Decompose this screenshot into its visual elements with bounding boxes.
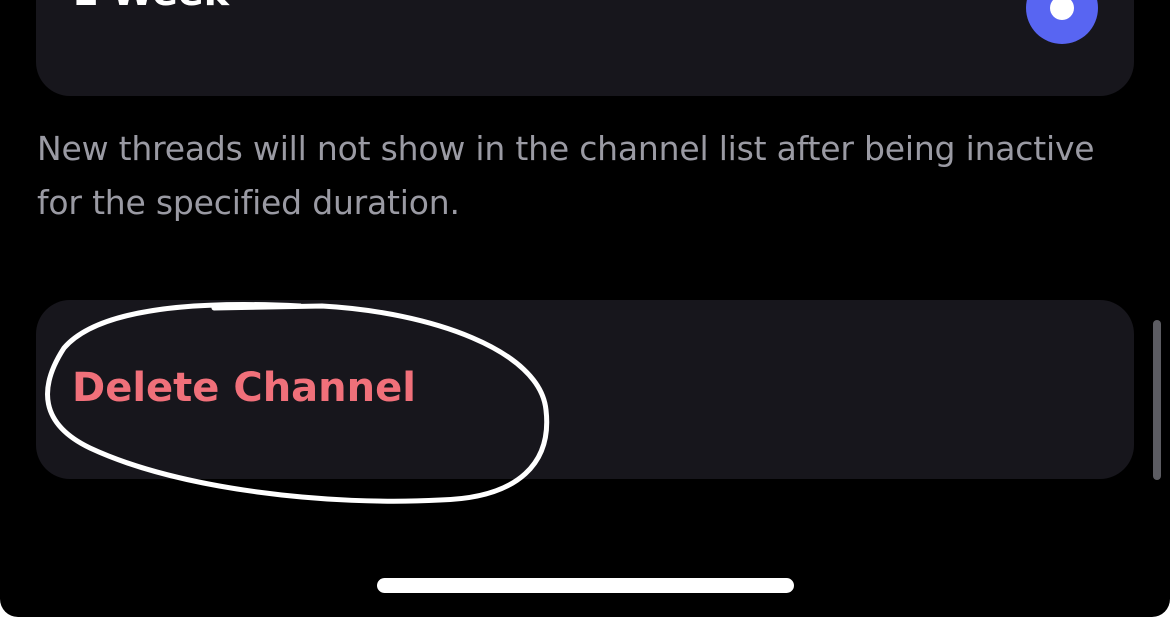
delete-channel-button[interactable]: Delete Channel: [36, 300, 1134, 479]
radio-dot: [1050, 0, 1074, 20]
delete-channel-label: Delete Channel: [72, 365, 416, 411]
helper-text: New threads will not show in the channel…: [37, 129, 1095, 222]
duration-option-row[interactable]: 1 Week: [36, 0, 1134, 96]
radio-selected-icon[interactable]: [1026, 0, 1098, 44]
duration-option-label: 1 Week: [72, 0, 229, 12]
settings-screen: 1 Week New threads will not show in the …: [0, 0, 1170, 617]
scroll-indicator: [1153, 320, 1161, 480]
home-indicator[interactable]: [377, 578, 794, 593]
